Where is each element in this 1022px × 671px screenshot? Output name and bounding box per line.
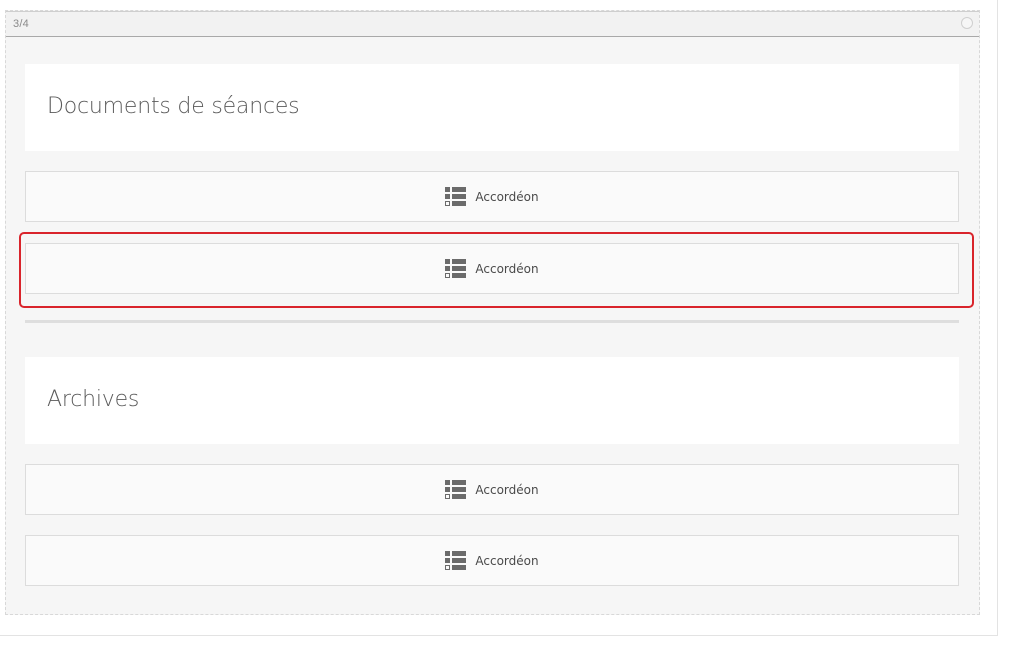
section-heading-block-archives[interactable]: Archives [25, 357, 959, 444]
page-frame: 3/4 Documents de séances Accordéon Accor… [0, 0, 998, 636]
section-heading-block-documents[interactable]: Documents de séances [25, 64, 959, 151]
accordion-icon [445, 187, 467, 206]
section-divider [25, 320, 959, 323]
accordion-icon [445, 259, 467, 278]
section-heading: Documents de séances [47, 94, 300, 119]
accordion-widget-label: Accordéon [475, 189, 539, 204]
accordion-widget-selected[interactable]: Accordéon [25, 243, 959, 294]
accordion-widget-label: Accordéon [475, 261, 539, 276]
accordion-widget-label: Accordéon [475, 553, 539, 568]
accordion-icon [445, 551, 467, 570]
accordion-widget[interactable]: Accordéon [25, 171, 959, 222]
accordion-widget-label: Accordéon [475, 482, 539, 497]
column-header: 3/4 [6, 11, 979, 37]
accordion-widget[interactable]: Accordéon [25, 535, 959, 586]
column-counter: 3/4 [13, 18, 29, 30]
column-toggle-circle[interactable] [961, 17, 973, 29]
accordion-icon [445, 480, 467, 499]
layout-column[interactable]: 3/4 Documents de séances Accordéon Accor… [5, 10, 980, 615]
section-heading: Archives [47, 387, 140, 412]
accordion-widget[interactable]: Accordéon [25, 464, 959, 515]
